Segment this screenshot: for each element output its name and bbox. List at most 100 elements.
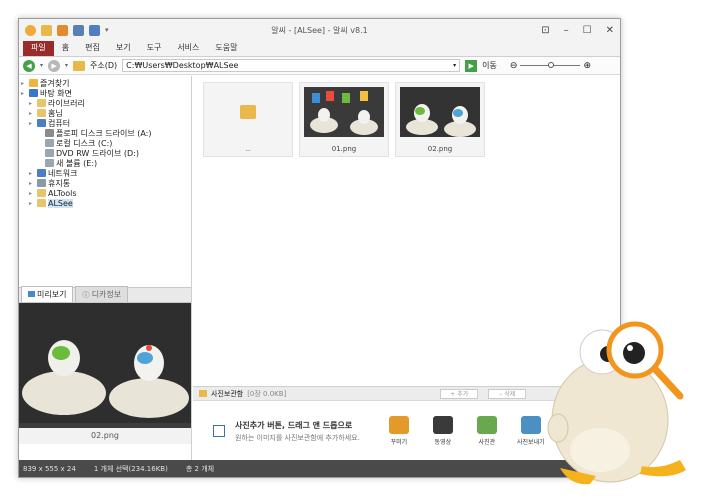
window-title: 알씨 - [ALSee] - 알씨 v8.1 <box>271 25 368 35</box>
maximize-button[interactable]: ☐ <box>583 25 592 36</box>
expand-arrow-icon[interactable]: ▸ <box>29 200 37 207</box>
album-title: 사진보관함 <box>211 389 244 398</box>
zoom-track[interactable] <box>520 62 581 68</box>
folder-icon[interactable] <box>41 24 52 36</box>
zoom-in-icon[interactable]: ⊕ <box>583 61 591 71</box>
desktop-icon <box>29 89 38 97</box>
add-to-album-icon <box>213 425 225 437</box>
address-input[interactable]: C:₩Users₩Desktop₩ALSee ▾ <box>122 59 461 72</box>
go-label[interactable]: 이동 <box>482 60 497 71</box>
close-button[interactable]: ✕ <box>606 25 614 36</box>
forward-button[interactable]: ▶ <box>48 59 61 72</box>
print-icon[interactable] <box>89 24 100 36</box>
thumbnail-parent-folder[interactable]: .. <box>203 82 293 157</box>
album-remove-button[interactable]: – 삭제 <box>488 388 527 399</box>
preview-filename: 02.png <box>19 428 191 444</box>
expand-arrow-icon[interactable]: ▸ <box>21 90 29 97</box>
thumbnail-caption: 01.png <box>331 145 357 153</box>
album-hint-line1: 사진추가 버튼, 드래그 앤 드롭으로 <box>235 420 353 430</box>
album-tool-button[interactable]: 동영상 <box>426 416 460 446</box>
expand-arrow-icon[interactable]: ▸ <box>29 100 37 107</box>
tree-item[interactable]: 새 볼륨 (E:) <box>21 158 189 168</box>
tree-item[interactable]: ▸ 바탕 화면 <box>21 88 189 98</box>
tree-item[interactable]: ▸ ALSee <box>21 198 189 208</box>
expand-arrow-icon[interactable]: ▸ <box>29 120 37 127</box>
album-add-button[interactable]: + 추가 <box>440 388 479 399</box>
new-folder-icon[interactable] <box>57 24 68 36</box>
expand-arrow-icon[interactable]: ▸ <box>29 180 37 187</box>
album-tool-label: 꾸미기 <box>390 439 408 446</box>
menu-home[interactable]: 홈 <box>54 40 77 56</box>
left-panel: ▸ 즐겨찾기 ▸ 바탕 화면 ▸ 라이브러리 ▸ 홈님 ▸ 컴퓨터 플로피 디스크 드라이브 (A:… <box>19 76 192 460</box>
app-logo-icon <box>25 24 36 36</box>
menu-view[interactable]: 보기 <box>108 40 139 56</box>
album-tool-button[interactable]: 사진관 <box>470 416 504 446</box>
restore-layout-button[interactable]: ⊡ <box>541 25 549 36</box>
tree-item-label: ALSee <box>48 198 73 208</box>
disk-icon <box>45 139 54 147</box>
menu-tools[interactable]: 도구 <box>139 40 170 56</box>
tree-item[interactable]: ▸ 휴지통 <box>21 178 189 188</box>
album-hint-line2: 원하는 이미지를 사진보관함에 추가하세요. <box>235 433 360 442</box>
expand-arrow-icon[interactable]: ▸ <box>29 110 37 117</box>
tab-camera-info[interactable]: ⓘ 디카정보 <box>75 286 129 302</box>
go-icon[interactable]: ▶ <box>465 59 478 72</box>
minimize-button[interactable]: – <box>564 25 569 36</box>
folder-icon <box>37 199 46 207</box>
thumbnail-caption: 02.png <box>427 145 453 153</box>
tree-item[interactable]: ▸ 컴퓨터 <box>21 118 189 128</box>
menu-help[interactable]: 도움말 <box>207 40 245 56</box>
album-tool-icon <box>432 416 453 434</box>
tree-item[interactable]: ▸ 네트워크 <box>21 168 189 178</box>
menu-edit[interactable]: 편집 <box>77 40 108 56</box>
thumbnail-02-png[interactable]: 02.png <box>395 82 485 157</box>
tree-item[interactable]: ▸ 홈님 <box>21 108 189 118</box>
zoom-out-icon[interactable]: ⊖ <box>510 61 518 71</box>
tree-item[interactable]: DVD RW 드라이브 (D:) <box>21 148 189 158</box>
expand-arrow-icon[interactable]: ▸ <box>21 80 29 87</box>
tab-preview-label: 미리보기 <box>37 290 67 299</box>
zoom-handle[interactable] <box>548 62 555 68</box>
folder-tree: ▸ 즐겨찾기 ▸ 바탕 화면 ▸ 라이브러리 ▸ 홈님 ▸ 컴퓨터 플로피 디스크 드라이브 (A:… <box>19 76 191 286</box>
menu-file[interactable]: 파일 <box>23 40 54 56</box>
forward-dropdown-icon[interactable]: ▾ <box>65 62 68 69</box>
back-dropdown-icon[interactable]: ▾ <box>40 62 43 69</box>
info-icon: ⓘ <box>82 291 92 299</box>
up-folder-icon[interactable] <box>73 60 86 71</box>
computer-icon <box>37 119 46 127</box>
floppy-icon <box>45 129 54 137</box>
folder-icon <box>37 189 46 197</box>
trash-icon <box>37 179 46 187</box>
tree-item[interactable]: ▸ 라이브러리 <box>21 98 189 108</box>
back-button[interactable]: ◀ <box>23 59 35 72</box>
menu-services[interactable]: 서비스 <box>169 40 207 56</box>
expand-arrow-icon[interactable]: ▸ <box>29 190 37 197</box>
address-dropdown-icon[interactable]: ▾ <box>453 62 456 69</box>
tree-item-label: ALTools <box>48 188 77 198</box>
library-icon <box>37 99 46 107</box>
tree-item[interactable]: ▸ ALTools <box>21 188 189 198</box>
expand-arrow-icon[interactable]: ▸ <box>29 170 37 177</box>
preview-pane: 02.png <box>19 303 191 444</box>
status-total: 총 2 개체 <box>185 464 215 473</box>
status-selection: 1 개체 선택(234.16KB) <box>93 464 168 473</box>
window-controls: ⊡ – ☐ ✕ <box>541 25 614 36</box>
customize-arrow-icon[interactable]: ▾ <box>105 26 109 34</box>
image-02-thumbnail <box>400 87 480 137</box>
tree-item[interactable]: 로컬 디스크 (C:) <box>21 138 189 148</box>
save-icon[interactable] <box>73 24 84 36</box>
album-hint: 사진추가 버튼, 드래그 앤 드롭으로 원하는 이미지를 사진보관함에 추가하세… <box>235 420 360 443</box>
dvd-icon <box>45 149 54 157</box>
disk-icon <box>45 159 54 167</box>
album-tool-button[interactable]: 꾸미기 <box>382 416 416 446</box>
quick-access-toolbar: ▾ <box>25 24 109 36</box>
album-tool-label: 사진관 <box>478 439 496 446</box>
preview-tab-icon <box>28 291 35 297</box>
album-count: [0장 0.0KB] <box>247 389 287 398</box>
thumbnail-01-png[interactable]: 01.png <box>299 82 389 157</box>
menu-bar: 파일 홈 편집 보기 도구 서비스 도움말 <box>19 40 620 57</box>
tree-item[interactable]: ▸ 즐겨찾기 <box>21 78 189 88</box>
tree-item[interactable]: 플로피 디스크 드라이브 (A:) <box>21 128 189 138</box>
tab-preview[interactable]: 미리보기 <box>21 286 74 302</box>
zoom-slider[interactable]: ⊖ ⊕ <box>510 61 591 71</box>
